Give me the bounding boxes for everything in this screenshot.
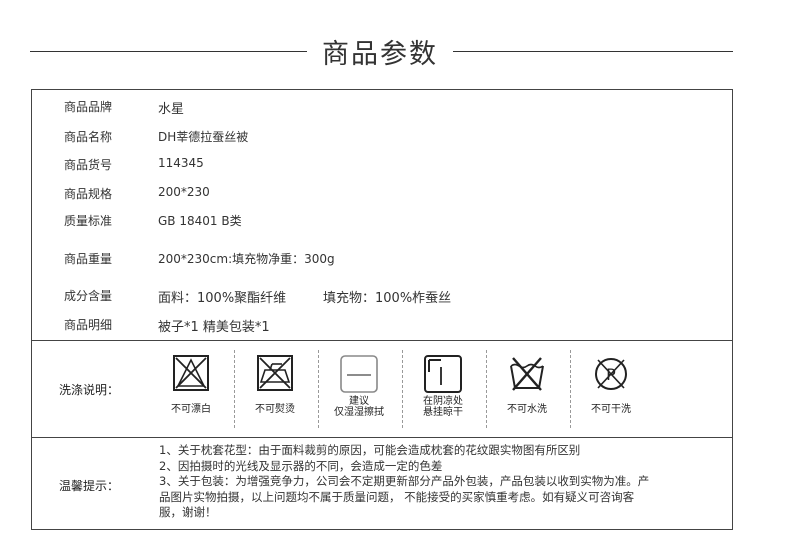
spec-label: 成分含量 [64,289,113,303]
spec-row-weight: 商品重量 200*230cm:填充物净重：300g [32,250,732,270]
shade-dry-icon [424,355,462,393]
notes-line: 1、关于枕套花型：由于面料裁剪的原因，可能会造成枕套的花纹跟实物图有所区别 [159,443,581,457]
spec-table: 商品品牌 水星 商品名称 DH莘德拉蚕丝被 商品货号 114345 商品规格 2… [32,90,732,341]
no-wash-icon [510,357,544,391]
notes-text: 1、关于枕套花型：由于面料裁剪的原因，可能会造成枕套的花纹跟实物图有所区别 2、… [159,443,724,521]
care-divider [486,350,487,428]
section-header: 商品参数 [0,0,787,90]
care-symbol: 不可熨烫 [242,354,308,430]
care-instructions: 洗涤说明： 不可漂白 不可熨烫 建议 仅湿湿擦拭 在阴凉处 悬挂晾干 不可水洗 … [32,340,732,438]
notes-section: 温馨提示： 1、关于枕套花型：由于面料裁剪的原因，可能会造成枕套的花纹跟实物图有… [32,437,732,529]
spec-value: 200*230cm:填充物净重：300g [158,252,335,266]
care-caption-2: 悬挂晾干 [423,407,463,418]
care-symbol: P 不可干洗 [578,354,644,430]
spec-row-material: 成分含量 面料：100%聚酯纤维 填充物：100%柞蚕丝 [32,287,732,307]
spec-value: GB 18401 B类 [158,214,242,228]
care-symbol: 建议 仅湿湿擦拭 [326,354,392,430]
notes-line: 2、因拍摄时的光线及显示器的不同，会造成一定的色差 [159,458,443,473]
no-dry-clean-icon: P [595,358,627,390]
spec-label: 商品重量 [64,252,113,266]
care-divider [234,350,235,428]
spec-value: 200*230 [158,185,210,199]
header-divider-left [30,51,307,52]
spec-row-sku: 商品货号 114345 [32,156,732,176]
care-caption: 在阴凉处 [423,396,463,407]
spec-row-name: 商品名称 DH莘德拉蚕丝被 [32,128,732,148]
care-caption: 不可漂白 [171,404,211,415]
no-iron-icon [257,355,293,391]
care-divider [402,350,403,428]
spec-row-contents: 商品明细 被子*1 精美包装*1 [32,316,732,336]
notes-line: 服，谢谢！ [159,505,217,519]
care-symbol: 在阴凉处 悬挂晾干 [410,354,476,430]
care-caption: 不可干洗 [591,404,631,415]
care-caption: 建议 [349,396,369,407]
spec-label: 商品规格 [64,187,113,201]
header-divider-right [453,51,733,52]
params-box: 商品品牌 水星 商品名称 DH莘德拉蚕丝被 商品货号 114345 商品规格 2… [31,89,733,530]
spec-row-standard: 质量标准 GB 18401 B类 [32,212,732,232]
spec-row-size: 商品规格 200*230 [32,185,732,205]
notes-label: 温馨提示： [59,479,120,493]
care-caption-2: 仅湿湿擦拭 [334,407,384,418]
no-bleach-icon [173,355,209,391]
spec-label: 质量标准 [64,214,113,228]
spec-label: 商品货号 [64,158,113,172]
notes-line: 3、关于包装：为增强竞争力，公司会不定期更新部分产品外包装，产品包装以收到实物为… [159,474,650,488]
care-label: 洗涤说明： [59,383,120,397]
care-symbol: 不可漂白 [158,354,224,430]
spec-label: 商品品牌 [64,100,113,114]
spec-value: 被子*1 精美包装*1 [158,320,270,335]
spec-value: 水星 [158,102,185,117]
care-divider [318,350,319,428]
spec-value: 面料：100%聚酯纤维 [158,291,287,306]
care-divider [570,350,571,428]
notes-line: 品图片实物拍摄，以上问题均不属于质量问题， 不能接受的买家慎重考虑。如有疑义可咨… [159,489,635,504]
care-symbol: 不可水洗 [494,354,560,430]
spec-value: 114345 [158,156,204,170]
wipe-dry-icon [340,355,378,393]
spec-value: DH莘德拉蚕丝被 [158,130,249,144]
spec-label: 商品明细 [64,318,113,332]
spec-value-filling: 填充物：100%柞蚕丝 [323,291,452,306]
care-caption: 不可熨烫 [255,404,295,415]
section-title: 商品参数 [322,39,438,70]
spec-row-brand: 商品品牌 水星 [32,98,732,118]
spec-label: 商品名称 [64,130,113,144]
care-caption: 不可水洗 [507,404,547,415]
